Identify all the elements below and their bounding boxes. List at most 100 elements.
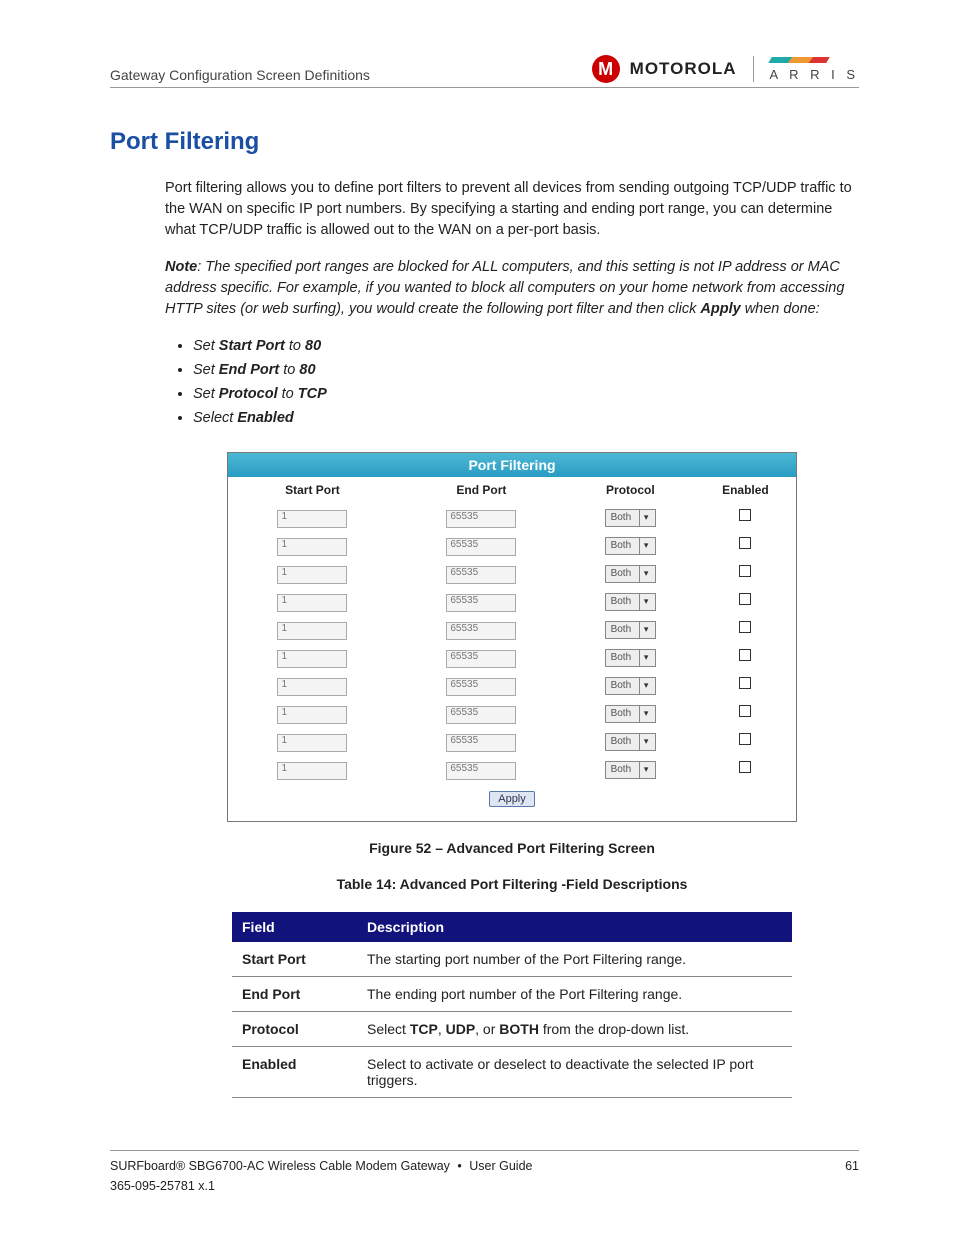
end-port-input[interactable]: 65535 bbox=[446, 706, 516, 724]
note-paragraph: Note: The specified port ranges are bloc… bbox=[165, 257, 859, 320]
table-row: 1 65535 Both▾ bbox=[228, 671, 796, 699]
table-row: 1 65535 Both▾ bbox=[228, 559, 796, 587]
table-row: 1 65535 Both▾ bbox=[228, 615, 796, 643]
list-item: Set Start Port to 80 bbox=[193, 338, 859, 354]
protocol-select[interactable]: Both▾ bbox=[605, 537, 657, 555]
list-item: Set End Port to 80 bbox=[193, 362, 859, 378]
arris-wordmark: A R R I S bbox=[770, 57, 859, 82]
protocol-select[interactable]: Both▾ bbox=[605, 509, 657, 527]
chevron-down-icon: ▾ bbox=[639, 650, 655, 666]
field-description-table: Field Description Start PortThe starting… bbox=[232, 912, 792, 1098]
apply-button[interactable]: Apply bbox=[489, 791, 535, 807]
protocol-select[interactable]: Both▾ bbox=[605, 677, 657, 695]
end-port-input[interactable]: 65535 bbox=[446, 678, 516, 696]
table-row: Start PortThe starting port number of th… bbox=[232, 942, 792, 977]
enabled-checkbox[interactable] bbox=[739, 705, 751, 717]
end-port-input[interactable]: 65535 bbox=[446, 594, 516, 612]
start-port-input[interactable]: 1 bbox=[277, 762, 347, 780]
enabled-checkbox[interactable] bbox=[739, 677, 751, 689]
enabled-checkbox[interactable] bbox=[739, 509, 751, 521]
footer-dot: • bbox=[457, 1159, 461, 1173]
protocol-select[interactable]: Both▾ bbox=[605, 733, 657, 751]
chevron-down-icon: ▾ bbox=[639, 566, 655, 582]
panel-title: Port Filtering bbox=[228, 453, 796, 477]
motorola-wordmark: MOTOROLA bbox=[630, 59, 737, 79]
brand-logos: M MOTOROLA A R R I S bbox=[592, 55, 859, 83]
table-row: EnabledSelect to activate or deselect to… bbox=[232, 1047, 792, 1098]
end-port-input[interactable]: 65535 bbox=[446, 510, 516, 528]
field-desc: The ending port number of the Port Filte… bbox=[357, 977, 792, 1012]
footer-product-line: SURFboard® SBG6700-AC Wireless Cable Mod… bbox=[110, 1159, 533, 1173]
enabled-checkbox[interactable] bbox=[739, 761, 751, 773]
port-filter-table: Start Port End Port Protocol Enabled 165… bbox=[228, 477, 796, 821]
end-port-input[interactable]: 65535 bbox=[446, 566, 516, 584]
protocol-select[interactable]: Both▾ bbox=[605, 621, 657, 639]
start-port-input[interactable]: 1 bbox=[277, 510, 347, 528]
enabled-checkbox[interactable] bbox=[739, 593, 751, 605]
doc-number: 365-095-25781 x.1 bbox=[110, 1179, 859, 1193]
protocol-select[interactable]: Both▾ bbox=[605, 705, 657, 723]
table-row: 1 65535 Both▾ bbox=[228, 727, 796, 755]
motorola-icon: M bbox=[592, 55, 620, 83]
protocol-select[interactable]: Both▾ bbox=[605, 649, 657, 667]
protocol-select[interactable]: Both▾ bbox=[605, 761, 657, 779]
field-desc: Select TCP, UDP, or BOTH from the drop-d… bbox=[357, 1012, 792, 1047]
end-port-input[interactable]: 65535 bbox=[446, 538, 516, 556]
table-row: 1 65535 Both▾ bbox=[228, 587, 796, 615]
footer-guide: User Guide bbox=[469, 1159, 532, 1173]
instruction-list: Set Start Port to 80 Set End Port to 80 Se… bbox=[165, 338, 859, 426]
table-row: ProtocolSelect TCP, UDP, or BOTH from th… bbox=[232, 1012, 792, 1047]
note-lead: Note bbox=[165, 259, 197, 275]
chevron-down-icon: ▾ bbox=[639, 594, 655, 610]
start-port-input[interactable]: 1 bbox=[277, 734, 347, 752]
desc-head-field: Field bbox=[232, 912, 357, 942]
enabled-checkbox[interactable] bbox=[739, 621, 751, 633]
port-filtering-screenshot: Port Filtering Start Port End Port Proto… bbox=[227, 452, 797, 822]
chevron-down-icon: ▾ bbox=[639, 706, 655, 722]
start-port-input[interactable]: 1 bbox=[277, 566, 347, 584]
field-name: End Port bbox=[232, 977, 357, 1012]
start-port-input[interactable]: 1 bbox=[277, 678, 347, 696]
enabled-checkbox[interactable] bbox=[739, 733, 751, 745]
table-row: 1 65535 Both▾ bbox=[228, 531, 796, 559]
chevron-down-icon: ▾ bbox=[639, 538, 655, 554]
list-item: Select Enabled bbox=[193, 410, 859, 426]
table-row: 1 65535 Both▾ bbox=[228, 755, 796, 783]
col-protocol: Protocol bbox=[566, 477, 695, 503]
list-item: Set Protocol to TCP bbox=[193, 386, 859, 402]
page-footer: SURFboard® SBG6700-AC Wireless Cable Mod… bbox=[110, 1150, 859, 1193]
field-desc: Select to activate or deselect to deacti… bbox=[357, 1047, 792, 1098]
start-port-input[interactable]: 1 bbox=[277, 706, 347, 724]
col-end-port: End Port bbox=[397, 477, 566, 503]
enabled-checkbox[interactable] bbox=[739, 649, 751, 661]
start-port-input[interactable]: 1 bbox=[277, 538, 347, 556]
chevron-down-icon: ▾ bbox=[639, 622, 655, 638]
enabled-checkbox[interactable] bbox=[739, 537, 751, 549]
chevron-down-icon: ▾ bbox=[639, 510, 655, 526]
chevron-down-icon: ▾ bbox=[639, 678, 655, 694]
brand-divider bbox=[753, 56, 754, 82]
footer-product: SURFboard® SBG6700-AC Wireless Cable Mod… bbox=[110, 1159, 450, 1173]
start-port-input[interactable]: 1 bbox=[277, 622, 347, 640]
breadcrumb: Gateway Configuration Screen Definitions bbox=[110, 67, 370, 83]
page-header: Gateway Configuration Screen Definitions… bbox=[110, 55, 859, 88]
start-port-input[interactable]: 1 bbox=[277, 650, 347, 668]
desc-head-desc: Description bbox=[357, 912, 792, 942]
table-row: 1 65535 Both▾ bbox=[228, 699, 796, 727]
end-port-input[interactable]: 65535 bbox=[446, 762, 516, 780]
start-port-input[interactable]: 1 bbox=[277, 594, 347, 612]
section-title: Port Filtering bbox=[110, 128, 859, 156]
note-tail: when done: bbox=[741, 301, 820, 317]
end-port-input[interactable]: 65535 bbox=[446, 734, 516, 752]
end-port-input[interactable]: 65535 bbox=[446, 650, 516, 668]
enabled-checkbox[interactable] bbox=[739, 565, 751, 577]
table-row: End PortThe ending port number of the Po… bbox=[232, 977, 792, 1012]
protocol-select[interactable]: Both▾ bbox=[605, 565, 657, 583]
table-caption: Table 14: Advanced Port Filtering -Field… bbox=[165, 876, 859, 892]
end-port-input[interactable]: 65535 bbox=[446, 622, 516, 640]
chevron-down-icon: ▾ bbox=[639, 734, 655, 750]
table-row: 1 65535 Both▾ bbox=[228, 503, 796, 531]
figure-caption: Figure 52 – Advanced Port Filtering Scre… bbox=[165, 840, 859, 856]
field-name: Enabled bbox=[232, 1047, 357, 1098]
protocol-select[interactable]: Both▾ bbox=[605, 593, 657, 611]
